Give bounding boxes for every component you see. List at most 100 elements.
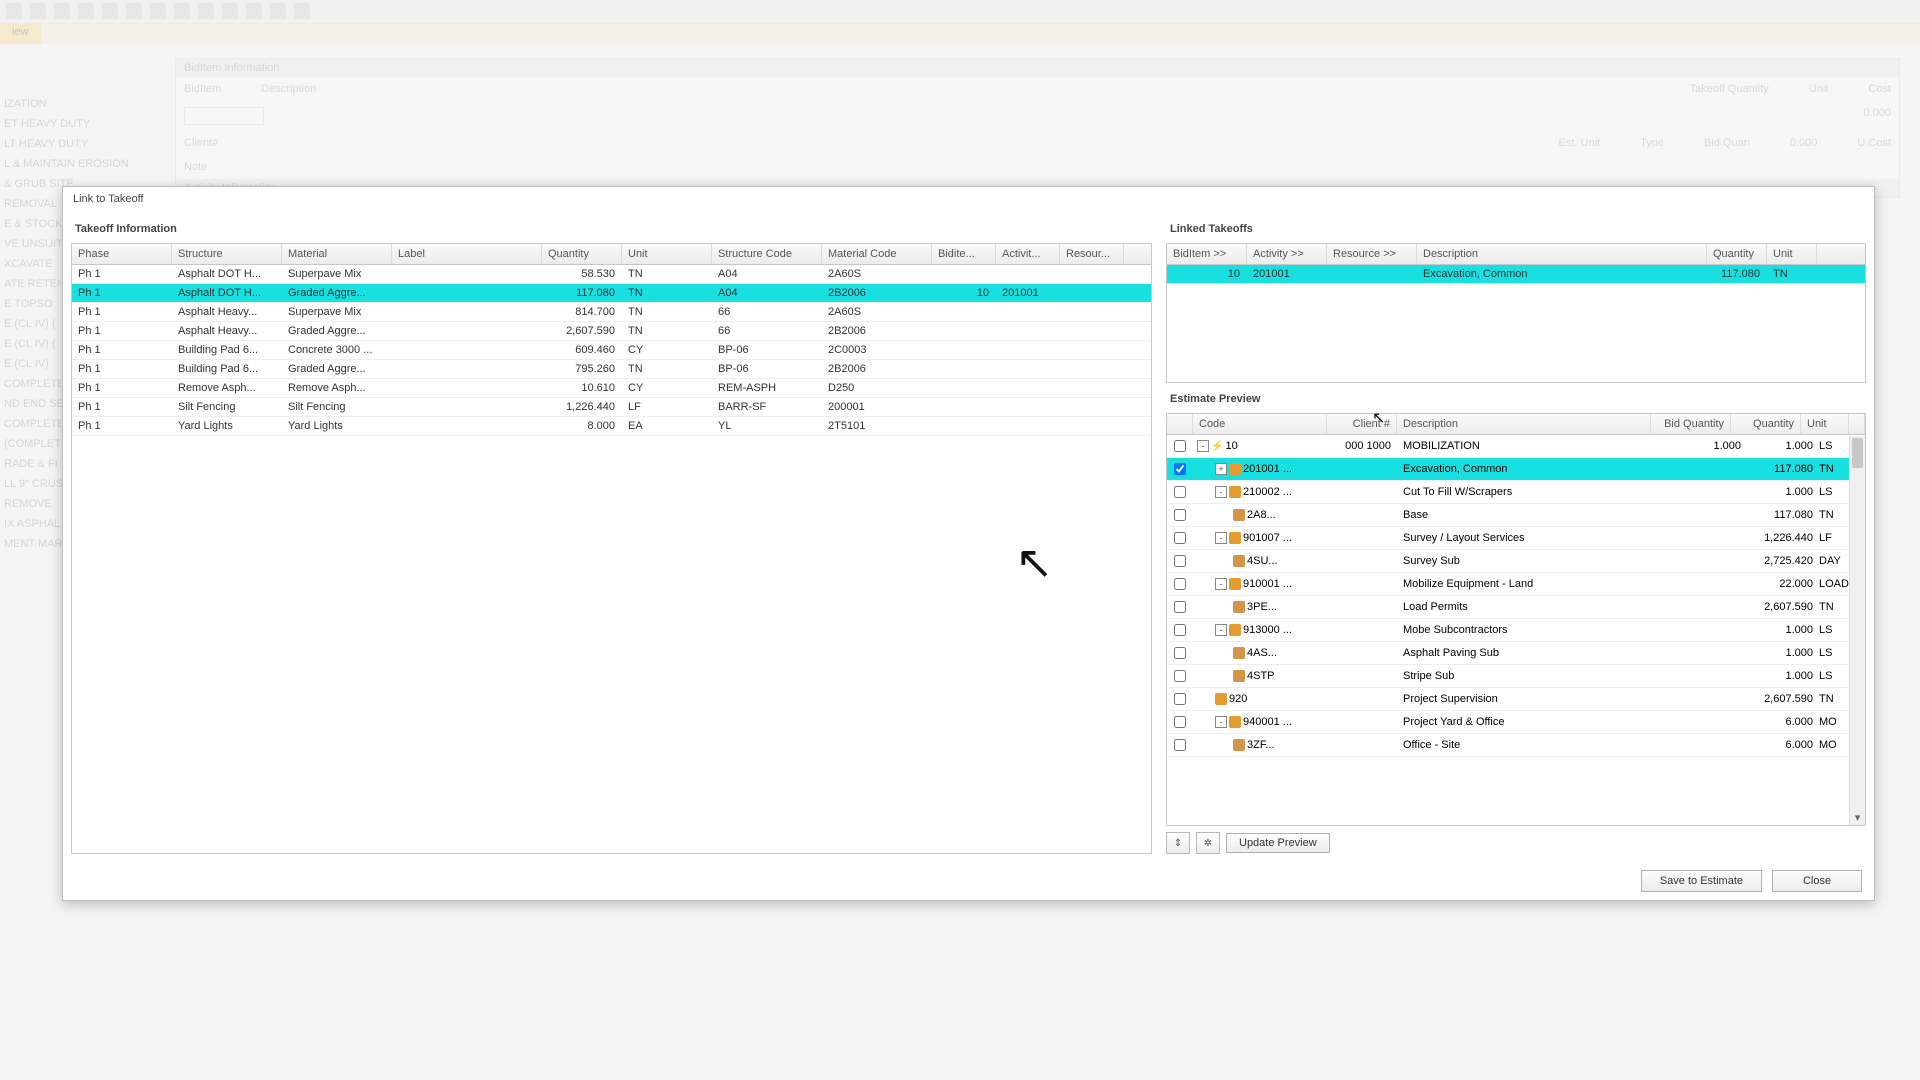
cell: Graded Aggre...	[282, 284, 392, 302]
resource-icon	[1233, 670, 1245, 682]
estimate-checkbox[interactable]	[1174, 716, 1186, 728]
takeoff-col-header[interactable]: Material	[282, 244, 392, 264]
scroll-down-icon[interactable]: ▾	[1850, 809, 1865, 825]
linked-col-header[interactable]: BidItem >>	[1167, 244, 1247, 264]
estimate-row[interactable]: 2A8...Base117.080TN	[1167, 504, 1865, 527]
col-qty[interactable]: Quantity	[1731, 414, 1801, 434]
estimate-checkbox[interactable]	[1174, 532, 1186, 544]
estimate-row[interactable]: 920Project Supervision2,607.590TN	[1167, 688, 1865, 711]
tree-toggle-icon[interactable]: -	[1215, 624, 1227, 636]
tree-toggle-icon[interactable]: -	[1197, 440, 1209, 452]
estimate-checkbox[interactable]	[1174, 670, 1186, 682]
estimate-checkbox[interactable]	[1174, 463, 1186, 475]
tree-toggle-icon[interactable]: -	[1215, 532, 1227, 544]
cell: 58.530	[542, 265, 622, 283]
estimate-checkbox[interactable]	[1174, 647, 1186, 659]
takeoff-col-header[interactable]: Material Code	[822, 244, 932, 264]
code-text: 3ZF...	[1247, 739, 1275, 751]
estimate-row[interactable]: 3PE...Load Permits2,607.590TN	[1167, 596, 1865, 619]
col-desc[interactable]: Description	[1397, 414, 1651, 434]
takeoff-row[interactable]: Ph 1Building Pad 6...Concrete 3000 ...60…	[72, 341, 1151, 360]
col-bidqty[interactable]: Bid Quantity	[1651, 414, 1731, 434]
estimate-checkbox[interactable]	[1174, 440, 1186, 452]
code-text: 3PE...	[1247, 601, 1277, 613]
estimate-checkbox[interactable]	[1174, 601, 1186, 613]
code-text: 901007 ...	[1243, 532, 1292, 544]
cell: 200001	[822, 398, 932, 416]
takeoff-col-header[interactable]: Label	[392, 244, 542, 264]
bg-lbl-biditem: BidItem	[184, 83, 221, 95]
takeoff-row[interactable]: Ph 1Asphalt Heavy...Superpave Mix814.700…	[72, 303, 1151, 322]
takeoff-col-header[interactable]: Structure	[172, 244, 282, 264]
expand-all-button[interactable]: ✲	[1196, 832, 1220, 854]
tree-toggle-icon[interactable]: +	[1215, 463, 1227, 475]
scroll-thumb[interactable]	[1852, 438, 1863, 468]
takeoff-col-header[interactable]: Bidite...	[932, 244, 996, 264]
takeoff-col-header[interactable]: Structure Code	[712, 244, 822, 264]
linked-grid[interactable]: BidItem >>Activity >>Resource >>Descript…	[1166, 243, 1866, 383]
col-client[interactable]: Client #	[1327, 414, 1397, 434]
estimate-checkbox[interactable]	[1174, 624, 1186, 636]
estimate-row[interactable]: 4SU...Survey Sub2,725.420DAY	[1167, 550, 1865, 573]
cell: Asphalt Heavy...	[172, 303, 282, 321]
estimate-checkbox[interactable]	[1174, 739, 1186, 751]
linked-col-header[interactable]: Quantity	[1707, 244, 1767, 264]
cell: 1,226.440	[542, 398, 622, 416]
takeoff-row[interactable]: Ph 1Asphalt Heavy...Graded Aggre...2,607…	[72, 322, 1151, 341]
linked-col-header[interactable]: Resource >>	[1327, 244, 1417, 264]
estimate-row[interactable]: -⚡ 10000 1000MOBILIZATION1.0001.000LS	[1167, 435, 1865, 458]
takeoff-col-header[interactable]: Unit	[622, 244, 712, 264]
estimate-row[interactable]: 4AS...Asphalt Paving Sub1.000LS	[1167, 642, 1865, 665]
tree-toggle-icon[interactable]: -	[1215, 716, 1227, 728]
cell: 609.460	[542, 341, 622, 359]
cell	[1060, 265, 1124, 283]
linked-col-header[interactable]: Unit	[1767, 244, 1817, 264]
estimate-checkbox[interactable]	[1174, 693, 1186, 705]
tree-toggle-icon[interactable]: -	[1215, 578, 1227, 590]
resource-icon	[1233, 555, 1245, 567]
col-unit[interactable]: Unit	[1801, 414, 1849, 434]
estimate-checkbox[interactable]	[1174, 578, 1186, 590]
linked-col-header[interactable]: Description	[1417, 244, 1707, 264]
bg-side-item: LT HEAVY DUTY	[4, 134, 156, 154]
estimate-row[interactable]: - 901007 ...Survey / Layout Services1,22…	[1167, 527, 1865, 550]
takeoff-row[interactable]: Ph 1Silt FencingSilt Fencing1,226.440LFB…	[72, 398, 1151, 417]
estimate-grid[interactable]: Code Client # Description Bid Quantity Q…	[1166, 413, 1866, 826]
takeoff-row[interactable]: Ph 1Yard LightsYard Lights8.000EAYL2T510…	[72, 417, 1151, 436]
collapse-all-button[interactable]: ⇕	[1166, 832, 1190, 854]
takeoff-col-header[interactable]: Activit...	[996, 244, 1060, 264]
cell: 6.000	[1747, 739, 1817, 751]
estimate-row[interactable]: - 913000 ...Mobe Subcontractors1.000LS	[1167, 619, 1865, 642]
linked-row[interactable]: 10201001Excavation, Common117.080TN	[1167, 265, 1865, 284]
estimate-row[interactable]: 4STPStripe Sub1.000LS	[1167, 665, 1865, 688]
takeoff-row[interactable]: Ph 1Asphalt DOT H...Graded Aggre...117.0…	[72, 284, 1151, 303]
estimate-checkbox[interactable]	[1174, 486, 1186, 498]
cell: CY	[622, 341, 712, 359]
linked-col-header[interactable]: Activity >>	[1247, 244, 1327, 264]
estimate-row[interactable]: - 210002 ...Cut To Fill W/Scrapers1.000L…	[1167, 481, 1865, 504]
update-preview-button[interactable]: Update Preview	[1226, 833, 1330, 853]
estimate-checkbox[interactable]	[1174, 509, 1186, 521]
takeoff-row[interactable]: Ph 1Remove Asph...Remove Asph...10.610CY…	[72, 379, 1151, 398]
save-to-estimate-button[interactable]: Save to Estimate	[1641, 870, 1762, 892]
takeoff-col-header[interactable]: Quantity	[542, 244, 622, 264]
tree-toggle-icon[interactable]: -	[1215, 486, 1227, 498]
estimate-scrollbar[interactable]: ▴ ▾	[1849, 436, 1865, 825]
estimate-row[interactable]: 3ZF...Office - Site6.000MO	[1167, 734, 1865, 757]
col-code[interactable]: Code	[1193, 414, 1327, 434]
cell	[932, 341, 996, 359]
takeoff-grid[interactable]: PhaseStructureMaterialLabelQuantityUnitS…	[71, 243, 1152, 854]
cell: 2B2006	[822, 360, 932, 378]
takeoff-col-header[interactable]: Resour...	[1060, 244, 1124, 264]
cell: 10	[932, 284, 996, 302]
estimate-row[interactable]: - 940001 ...Project Yard & Office6.000MO	[1167, 711, 1865, 734]
takeoff-row[interactable]: Ph 1Building Pad 6...Graded Aggre...795.…	[72, 360, 1151, 379]
takeoff-col-header[interactable]: Phase	[72, 244, 172, 264]
takeoff-row[interactable]: Ph 1Asphalt DOT H...Superpave Mix58.530T…	[72, 265, 1151, 284]
estimate-row[interactable]: + 201001 ...Excavation, Common117.080TN	[1167, 458, 1865, 481]
close-button[interactable]: Close	[1772, 870, 1862, 892]
estimate-row[interactable]: - 910001 ...Mobilize Equipment - Land22.…	[1167, 573, 1865, 596]
estimate-heading: Estimate Preview	[1166, 383, 1866, 413]
estimate-checkbox[interactable]	[1174, 555, 1186, 567]
bg-lbl-cost: Cost	[1868, 83, 1891, 95]
